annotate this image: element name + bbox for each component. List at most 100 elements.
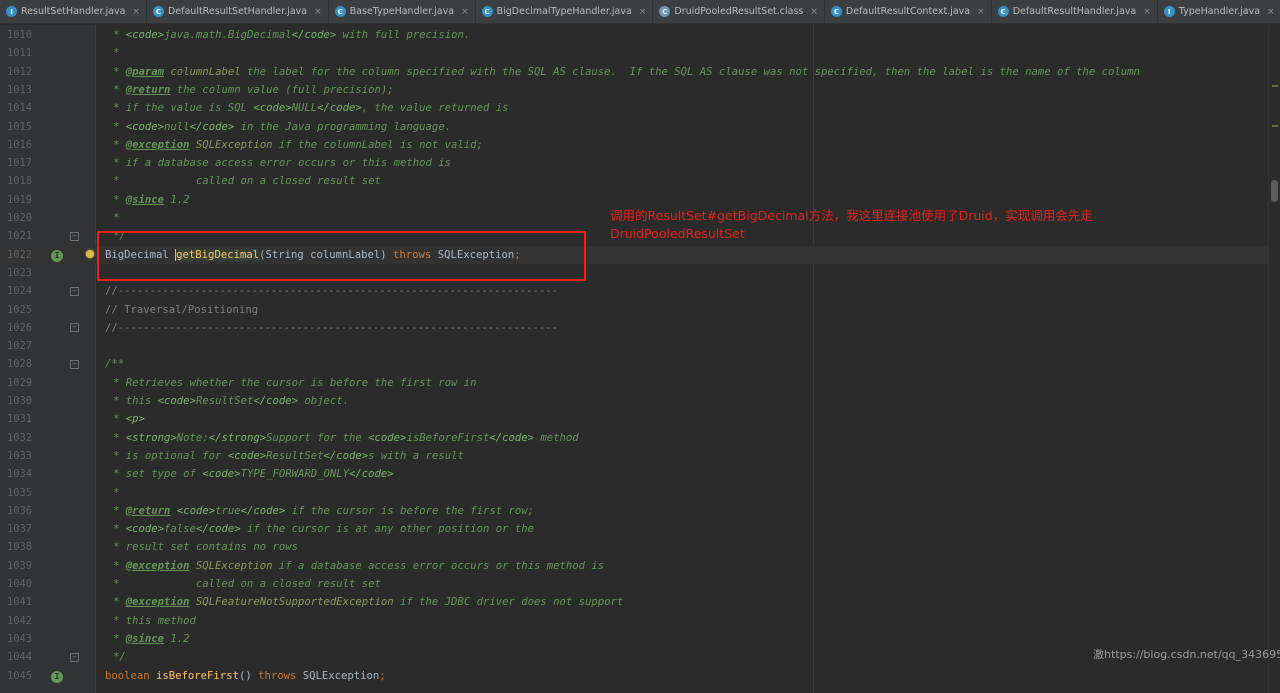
scrollbar-thumb[interactable] bbox=[1271, 180, 1278, 202]
code-line[interactable]: 1024 //----------------------------------… bbox=[0, 282, 1280, 300]
line-number: 1017 bbox=[6, 157, 32, 170]
code-token: java.math.BigDecimal bbox=[164, 29, 292, 41]
code-line[interactable]: 1034 * set type of <code>TYPE_FORWARD_ONL… bbox=[0, 465, 1280, 483]
close-icon[interactable]: × bbox=[977, 7, 985, 17]
code-line[interactable]: 1041 * @exception SQLFeatureNotSupportedE… bbox=[0, 593, 1280, 611]
code-token: @exception bbox=[125, 596, 190, 609]
code-token: * this method bbox=[113, 614, 196, 627]
line-number: 1026 bbox=[6, 321, 32, 334]
code-line[interactable]: 1018 * called on a closed result set bbox=[0, 172, 1280, 190]
implementation-icon[interactable]: I bbox=[51, 250, 63, 263]
code-line[interactable]: 1027 bbox=[0, 337, 1280, 355]
code-token: * bbox=[113, 413, 126, 426]
code-line[interactable]: 1044 */ bbox=[0, 648, 1280, 666]
code-line[interactable]: 1040 * called on a closed result set bbox=[0, 575, 1280, 593]
close-icon[interactable]: × bbox=[314, 7, 322, 17]
line-number: 1013 bbox=[6, 83, 32, 96]
code-line[interactable]: 1035 * bbox=[0, 484, 1280, 502]
line-number: 1015 bbox=[6, 120, 32, 133]
code-line[interactable]: 1013 * @return the column value (full pre… bbox=[0, 81, 1280, 99]
code-line[interactable]: 1032 * <strong>Note:</strong>Support for … bbox=[0, 429, 1280, 447]
code-line[interactable]: 1029 * Retrieves whether the cursor is be… bbox=[0, 374, 1280, 392]
code-token: * called on a closed result set bbox=[113, 175, 381, 188]
code-token: ; bbox=[379, 669, 386, 682]
code-token: //--------------------------------------… bbox=[105, 321, 558, 334]
vertical-scrollbar[interactable] bbox=[1268, 25, 1280, 693]
fold-icon[interactable]: − bbox=[70, 323, 79, 333]
code-token: <code> bbox=[227, 449, 267, 462]
class-icon: C bbox=[481, 6, 493, 17]
code-token: * bbox=[113, 504, 126, 517]
line-number: 1023 bbox=[6, 266, 32, 279]
code-token: </code> bbox=[317, 102, 362, 115]
scroll-marker bbox=[1272, 85, 1278, 87]
code-line[interactable]: 1010 * <code>java.math.BigDecimal</code> … bbox=[0, 26, 1280, 44]
code-token: if a database access error occurs or thi… bbox=[272, 559, 605, 572]
line-number: 1012 bbox=[6, 65, 32, 78]
code-line[interactable]: 1015 * <code>null</code> in the Java prog… bbox=[0, 118, 1280, 136]
code-line[interactable]: 1031 * <p> bbox=[0, 410, 1280, 428]
code-text: * if a database access error occurs or t… bbox=[113, 154, 451, 172]
code-line[interactable]: 1011 * bbox=[0, 44, 1280, 62]
code-line[interactable]: 1042 * this method bbox=[0, 612, 1280, 630]
code-line[interactable]: 1039 * @exception SQLException if a datab… bbox=[0, 557, 1280, 575]
tab-basetypehandler-java[interactable]: C BaseTypeHandler.java × bbox=[329, 0, 476, 23]
tab-resultsethandler-java[interactable]: I ResultSetHandler.java × bbox=[0, 0, 147, 23]
tab-druidpooledresultset-class[interactable]: C DruidPooledResultSet.class × bbox=[653, 0, 825, 23]
code-token: * bbox=[113, 138, 126, 151]
code-token: columnLabel bbox=[164, 65, 241, 78]
code-token: </code> bbox=[195, 523, 241, 536]
tab-defaultresultcontext-java[interactable]: C DefaultResultContext.java × bbox=[825, 0, 992, 23]
close-icon[interactable]: × bbox=[639, 7, 647, 17]
close-icon[interactable]: × bbox=[1267, 7, 1275, 17]
code-token: <code> bbox=[125, 29, 165, 41]
code-token: TYPE_FORWARD_ONLY bbox=[240, 468, 350, 481]
code-text: * @exception SQLFeatureNotSupportedExcep… bbox=[113, 593, 623, 611]
line-number: 1019 bbox=[6, 193, 32, 206]
code-token: boolean bbox=[105, 669, 157, 682]
code-line[interactable]: 1045 boolean isBeforeFirst() throws SQLEx… bbox=[0, 667, 1280, 685]
code-line[interactable]: 1012 * @param columnLabel the label for t… bbox=[0, 63, 1280, 81]
code-text: * bbox=[113, 484, 119, 502]
fold-icon[interactable]: − bbox=[70, 286, 79, 296]
interface-icon: I bbox=[6, 6, 17, 17]
code-token: true bbox=[215, 504, 241, 517]
code-token: * bbox=[113, 212, 120, 224]
code-token: * bbox=[113, 120, 126, 133]
line-number: 1020 bbox=[6, 212, 32, 224]
code-line[interactable]: 1014 * if the value is SQL <code>NULL</co… bbox=[0, 99, 1280, 117]
code-line[interactable]: 1028 /** bbox=[0, 355, 1280, 373]
code-token: * bbox=[113, 486, 120, 499]
tab-defaultresultsethandler-java[interactable]: C DefaultResultSetHandler.java × bbox=[147, 0, 329, 23]
line-number: 1029 bbox=[6, 376, 32, 389]
code-editor[interactable]: 1010 * <code>java.math.BigDecimal</code> … bbox=[0, 25, 1280, 693]
code-line[interactable]: 1038 * result set contains no rows bbox=[0, 538, 1280, 556]
close-icon[interactable]: × bbox=[461, 7, 469, 17]
code-line[interactable]: 1037 * <code>false</code> if the cursor i… bbox=[0, 520, 1280, 538]
code-line[interactable]: 1030 * this <code>ResultSet</code> object… bbox=[0, 392, 1280, 410]
fold-icon[interactable]: − bbox=[70, 359, 79, 369]
implementation-icon[interactable]: I bbox=[51, 671, 63, 683]
code-token: the column value (full precision); bbox=[170, 83, 394, 96]
code-text: * <strong>Note:</strong>Support for the … bbox=[113, 429, 579, 447]
close-icon[interactable]: × bbox=[132, 7, 140, 17]
class-icon: C bbox=[830, 6, 842, 17]
code-line[interactable]: 1036 * @return <code>true</code> if the c… bbox=[0, 502, 1280, 520]
code-line[interactable]: 1033 * is optional for <code>ResultSet</c… bbox=[0, 447, 1280, 465]
code-line[interactable]: 1026 //----------------------------------… bbox=[0, 319, 1280, 337]
fold-icon[interactable]: − bbox=[70, 231, 79, 241]
code-token: s with a result bbox=[368, 449, 464, 462]
close-icon[interactable]: × bbox=[810, 7, 818, 17]
fold-icon[interactable]: − bbox=[70, 652, 79, 662]
tab-bigdecimaltypehandler-java[interactable]: C BigDecimalTypeHandler.java × bbox=[476, 0, 654, 23]
code-line[interactable]: 1025 // Traversal/Positioning bbox=[0, 301, 1280, 319]
line-number: 1032 bbox=[6, 431, 32, 444]
tab-typehandler-java[interactable]: I TypeHandler.java × bbox=[1158, 0, 1280, 23]
code-line[interactable]: 1043 * @since 1.2 bbox=[0, 630, 1280, 648]
code-line[interactable]: 1016 * @exception SQLException if the col… bbox=[0, 136, 1280, 154]
code-text: * @return the column value (full precisi… bbox=[113, 81, 394, 99]
code-line[interactable]: 1017 * if a database access error occurs … bbox=[0, 154, 1280, 172]
close-icon[interactable]: × bbox=[1143, 7, 1151, 17]
tab-defaultresulthandler-java[interactable]: C DefaultResultHandler.java × bbox=[992, 0, 1158, 23]
code-token: </code> bbox=[349, 468, 394, 481]
